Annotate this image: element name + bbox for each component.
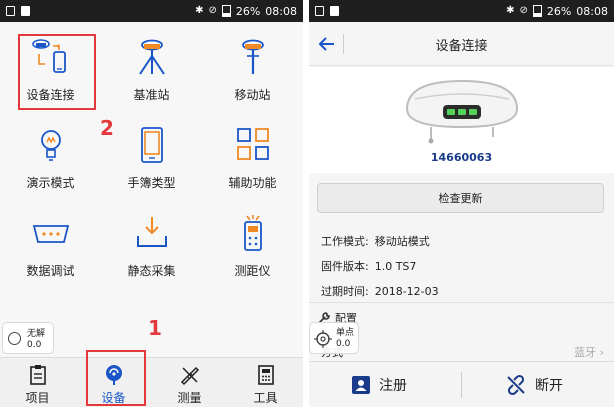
annotation-step-2: 2 — [100, 116, 114, 140]
status-bar: ✱ ⊘ 26% 08:08 — [0, 0, 303, 22]
rangefinder-icon — [243, 215, 262, 251]
signal-icon: ⊘ — [208, 5, 217, 16]
unlink-icon — [507, 374, 525, 396]
file-notification-icon — [21, 6, 30, 16]
info-key: 工作模式: — [321, 235, 369, 248]
handheld-icon — [140, 127, 163, 163]
tile-label: 手簿类型 — [127, 176, 176, 190]
device-connect-screen: ✱ ⊘ 26% 08:08 设备连接 14660063 检查更新 工作模式:移 — [309, 0, 614, 407]
fix-status-icon — [8, 332, 21, 345]
image-notification-icon — [315, 6, 324, 16]
tile-data-debug[interactable]: 数据调试 — [0, 202, 101, 290]
tile-static-collect[interactable]: 静态采集 — [101, 202, 202, 290]
nav-tools[interactable]: 工具 — [228, 358, 303, 407]
highlight-device-connect — [18, 34, 96, 110]
grid-apps-icon — [236, 128, 269, 160]
receiver-device-icon — [405, 79, 519, 144]
disconnect-button[interactable]: 断开 — [505, 362, 563, 407]
fix-status-label: 无解 — [27, 329, 46, 339]
nav-project[interactable]: 项目 — [0, 358, 75, 407]
section-divider — [309, 302, 614, 303]
nav-measure[interactable]: 测量 — [152, 358, 227, 407]
clock: 08:08 — [576, 4, 608, 18]
action-divider — [461, 372, 462, 398]
info-firmware: 固件版本: 1.0 TS7 — [321, 258, 416, 274]
tile-aux-functions[interactable]: 辅助功能 — [202, 114, 303, 202]
battery-level: 26% — [235, 4, 261, 18]
serial-port-icon — [32, 225, 69, 243]
tile-label: 辅助功能 — [228, 176, 277, 190]
app-bar: 设备连接 — [309, 22, 614, 66]
fix-status-value: 0.0 — [27, 340, 42, 350]
tile-base-station[interactable]: 基准站 — [101, 26, 202, 114]
calculator-icon — [257, 365, 274, 385]
download-tray-icon — [136, 217, 167, 247]
info-value: 2018-12-03 — [374, 285, 439, 298]
device-serial-number: 14660063 — [430, 151, 493, 164]
method-value: 蓝牙 › — [574, 346, 604, 359]
annotation-step-1: 1 — [148, 316, 162, 340]
bottom-navigation: 项目 设备 测量 工具 — [0, 350, 303, 407]
fix-status-badge[interactable]: 无解 0.0 — [2, 322, 54, 354]
user-card-icon — [352, 376, 370, 394]
info-value: 移动站模式 — [374, 235, 430, 248]
register-button[interactable]: 注册 — [351, 362, 407, 407]
info-key: 固件版本: — [321, 260, 369, 273]
lightbulb-icon — [40, 130, 61, 161]
battery-icon — [221, 5, 231, 17]
image-notification-icon — [6, 6, 15, 16]
tile-rover[interactable]: 移动站 — [202, 26, 303, 114]
tile-demo-mode[interactable]: 演示模式 — [0, 114, 101, 202]
tile-label: 数据调试 — [26, 264, 75, 278]
bluetooth-icon: ✱ — [506, 5, 515, 16]
tile-rangefinder[interactable]: 测距仪 — [202, 202, 303, 290]
measure-icon — [180, 366, 199, 386]
page-title: 设备连接 — [435, 39, 488, 54]
info-work-mode: 工作模式: 移动站模式 — [321, 233, 430, 249]
bluetooth-icon: ✱ — [195, 5, 204, 16]
battery-icon — [532, 5, 542, 17]
nav-label: 测量 — [177, 391, 202, 405]
tile-label: 基准站 — [133, 88, 170, 102]
tile-label: 演示模式 — [26, 176, 75, 190]
crosshair-icon — [314, 330, 332, 348]
tile-label: 测距仪 — [234, 264, 271, 278]
nav-label: 工具 — [253, 391, 278, 405]
info-value: 1.0 TS7 — [374, 260, 417, 273]
solution-status-label: 单点 — [336, 328, 355, 338]
check-update-button[interactable]: 检查更新 — [317, 183, 604, 213]
solution-status-value: 0.0 — [336, 339, 351, 349]
device-menu-screen: ✱ ⊘ 26% 08:08 设备连接 基准站 移动站 演示模式 手簿类型 辅助功… — [0, 0, 303, 407]
clock: 08:08 — [265, 4, 297, 18]
register-label: 注册 — [379, 378, 407, 394]
base-station-icon — [138, 39, 165, 75]
function-grid: 设备连接 基准站 移动站 演示模式 手簿类型 辅助功能 数据调试 静态采集 测距… — [0, 22, 303, 300]
highlight-device-nav — [86, 350, 146, 406]
info-expire: 过期时间: 2018-12-03 — [321, 283, 439, 299]
device-panel: 14660063 — [309, 67, 614, 173]
status-bar: ✱ ⊘ 26% 08:08 — [309, 0, 614, 22]
project-icon — [29, 365, 46, 385]
solution-status-badge[interactable]: 单点 0.0 — [309, 322, 359, 354]
signal-icon: ⊘ — [519, 5, 528, 16]
tile-label: 移动站 — [234, 88, 271, 102]
disconnect-label: 断开 — [535, 378, 563, 394]
file-notification-icon — [330, 6, 339, 16]
tile-label: 静态采集 — [127, 264, 176, 278]
info-key: 过期时间: — [321, 285, 369, 298]
nav-label: 项目 — [25, 391, 50, 405]
rover-icon — [241, 39, 264, 74]
action-bar: 注册 断开 — [309, 361, 614, 407]
tile-handheld-type[interactable]: 手簿类型 — [101, 114, 202, 202]
battery-level: 26% — [546, 4, 572, 18]
